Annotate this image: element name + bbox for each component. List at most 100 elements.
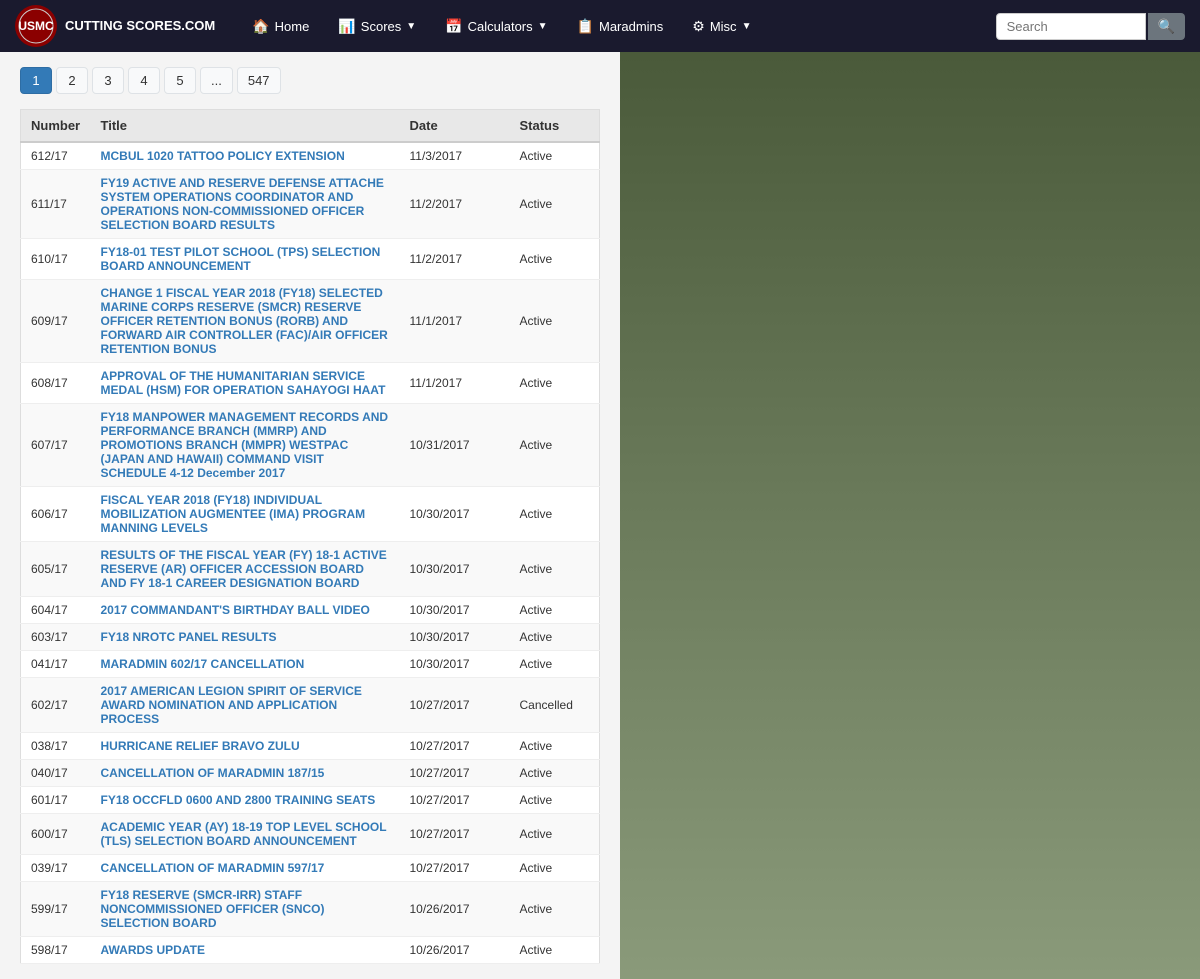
table-header: Number Title Date Status [21, 110, 600, 143]
title-link[interactable]: FISCAL YEAR 2018 (FY18) INDIVIDUAL MOBIL… [101, 493, 366, 535]
table-row: 601/17 FY18 OCCFLD 0600 AND 2800 TRAINING… [21, 787, 600, 814]
table-row: 611/17FY19 ACTIVE AND RESERVE DEFENSE AT… [21, 170, 600, 239]
cell-title: MARADMIN 602/17 CANCELLATION [91, 651, 400, 678]
scores-icon: 📊 [338, 18, 355, 35]
page-btn-2[interactable]: 2 [56, 67, 88, 94]
title-link[interactable]: FY19 ACTIVE AND RESERVE DEFENSE ATTACHE … [101, 176, 384, 232]
page-btn-547[interactable]: 547 [237, 67, 281, 94]
cell-date: 11/1/2017 [400, 363, 510, 404]
title-link[interactable]: ACADEMIC YEAR (AY) 18-19 TOP LEVEL SCHOO… [101, 820, 387, 848]
cell-date: 11/2/2017 [400, 170, 510, 239]
nav-misc[interactable]: ⚙ Misc ▼ [680, 10, 763, 43]
title-link[interactable]: FY18 NROTC PANEL RESULTS [101, 630, 277, 644]
title-link[interactable]: MCBUL 1020 TATTOO POLICY EXTENSION [101, 149, 345, 163]
page-btn-4[interactable]: 4 [128, 67, 160, 94]
cell-status: Active [510, 814, 600, 855]
title-link[interactable]: APPROVAL OF THE HUMANITARIAN SERVICE MED… [101, 369, 386, 397]
brand-site-name: CUTTING SCORES.COM [65, 18, 215, 34]
page-wrapper: 12345...547 Number Title Date Status 612… [0, 52, 1200, 979]
cell-date: 10/26/2017 [400, 937, 510, 964]
nav-home[interactable]: 🏠 Home [240, 10, 321, 43]
cell-date: 11/3/2017 [400, 142, 510, 170]
cell-date: 10/27/2017 [400, 855, 510, 882]
col-header-title: Title [91, 110, 400, 143]
cell-number: 598/17 [21, 937, 91, 964]
cell-number: 040/17 [21, 760, 91, 787]
cell-status: Cancelled [510, 678, 600, 733]
cell-title: FY18 OCCFLD 0600 AND 2800 TRAINING SEATS [91, 787, 400, 814]
pagination: 12345...547 [20, 67, 600, 94]
home-icon: 🏠 [252, 18, 269, 35]
cell-title: APPROVAL OF THE HUMANITARIAN SERVICE MED… [91, 363, 400, 404]
title-link[interactable]: AWARDS UPDATE [101, 943, 205, 957]
cell-date: 10/31/2017 [400, 404, 510, 487]
cell-title: 2017 AMERICAN LEGION SPIRIT OF SERVICE A… [91, 678, 400, 733]
col-header-number: Number [21, 110, 91, 143]
title-link[interactable]: FY18-01 TEST PILOT SCHOOL (TPS) SELECTIO… [101, 245, 381, 273]
table-row: 610/17 FY18-01 TEST PILOT SCHOOL (TPS) SE… [21, 239, 600, 280]
svg-text:USMC: USMC [18, 19, 54, 33]
table-row: 041/17MARADMIN 602/17 CANCELLATION10/30/… [21, 651, 600, 678]
title-link[interactable]: HURRICANE RELIEF BRAVO ZULU [101, 739, 300, 753]
title-link[interactable]: FY18 RESERVE (SMCR-IRR) STAFF NONCOMMISS… [101, 888, 325, 930]
cell-number: 612/17 [21, 142, 91, 170]
table-row: 603/17FY18 NROTC PANEL RESULTS10/30/2017… [21, 624, 600, 651]
title-link[interactable]: CANCELLATION OF MARADMIN 597/17 [101, 861, 325, 875]
search-input[interactable] [996, 13, 1146, 40]
cell-number: 610/17 [21, 239, 91, 280]
table-row: 606/17FISCAL YEAR 2018 (FY18) INDIVIDUAL… [21, 487, 600, 542]
cell-number: 038/17 [21, 733, 91, 760]
misc-caret-icon: ▼ [742, 21, 752, 32]
cell-number: 609/17 [21, 280, 91, 363]
table-body: 612/17 MCBUL 1020 TATTOO POLICY EXTENSION… [21, 142, 600, 964]
cell-status: Active [510, 170, 600, 239]
brand-logo-link[interactable]: USMC CUTTING SCORES.COM [15, 5, 215, 47]
cell-title: 2017 COMMANDANT'S BIRTHDAY BALL VIDEO [91, 597, 400, 624]
title-link[interactable]: 2017 COMMANDANT'S BIRTHDAY BALL VIDEO [101, 603, 370, 617]
search-button[interactable]: 🔍 [1148, 13, 1185, 40]
table-row: 599/17FY18 RESERVE (SMCR-IRR) STAFF NONC… [21, 882, 600, 937]
cell-status: Active [510, 733, 600, 760]
cell-title: FY18-01 TEST PILOT SCHOOL (TPS) SELECTIO… [91, 239, 400, 280]
nav-calculators[interactable]: 📅 Calculators ▼ [433, 10, 559, 43]
cell-number: 039/17 [21, 855, 91, 882]
brand-logo-icon: USMC [15, 5, 57, 47]
cell-date: 10/30/2017 [400, 597, 510, 624]
table-row: 600/17ACADEMIC YEAR (AY) 18-19 TOP LEVEL… [21, 814, 600, 855]
title-link[interactable]: FY18 OCCFLD 0600 AND 2800 TRAINING SEATS [101, 793, 376, 807]
cell-number: 602/17 [21, 678, 91, 733]
table-row: 602/172017 AMERICAN LEGION SPIRIT OF SER… [21, 678, 600, 733]
nav-scores[interactable]: 📊 Scores ▼ [326, 10, 428, 43]
title-link[interactable]: RESULTS OF THE FISCAL YEAR (FY) 18-1 ACT… [101, 548, 387, 590]
page-btn-5[interactable]: 5 [164, 67, 196, 94]
table-row: 605/17RESULTS OF THE FISCAL YEAR (FY) 18… [21, 542, 600, 597]
title-link[interactable]: CHANGE 1 FISCAL YEAR 2018 (FY18) SELECTE… [101, 286, 388, 356]
page-btn-1[interactable]: 1 [20, 67, 52, 94]
cell-title: FY18 RESERVE (SMCR-IRR) STAFF NONCOMMISS… [91, 882, 400, 937]
cell-number: 608/17 [21, 363, 91, 404]
cell-status: Active [510, 760, 600, 787]
page-btn-3[interactable]: 3 [92, 67, 124, 94]
cell-date: 10/26/2017 [400, 882, 510, 937]
table-row: 040/17CANCELLATION OF MARADMIN 187/1510/… [21, 760, 600, 787]
title-link[interactable]: CANCELLATION OF MARADMIN 187/15 [101, 766, 325, 780]
cell-number: 601/17 [21, 787, 91, 814]
cell-status: Active [510, 651, 600, 678]
misc-icon: ⚙ [692, 18, 705, 35]
cell-status: Active [510, 855, 600, 882]
cell-status: Active [510, 787, 600, 814]
cell-number: 611/17 [21, 170, 91, 239]
nav-misc-label: Misc [710, 19, 737, 34]
table-row: 039/17 CANCELLATION OF MARADMIN 597/17 10/… [21, 855, 600, 882]
cell-title: ACADEMIC YEAR (AY) 18-19 TOP LEVEL SCHOO… [91, 814, 400, 855]
table-row: 604/172017 COMMANDANT'S BIRTHDAY BALL VI… [21, 597, 600, 624]
content-area: 12345...547 Number Title Date Status 612… [0, 52, 620, 979]
title-link[interactable]: 2017 AMERICAN LEGION SPIRIT OF SERVICE A… [101, 684, 362, 726]
title-link[interactable]: FY18 MANPOWER MANAGEMENT RECORDS AND PER… [101, 410, 389, 480]
cell-title: CHANGE 1 FISCAL YEAR 2018 (FY18) SELECTE… [91, 280, 400, 363]
cell-status: Active [510, 597, 600, 624]
cell-date: 10/30/2017 [400, 487, 510, 542]
title-link[interactable]: MARADMIN 602/17 CANCELLATION [101, 657, 305, 671]
page-btn-...[interactable]: ... [200, 67, 233, 94]
nav-maradmins[interactable]: 📋 Maradmins [565, 10, 676, 43]
